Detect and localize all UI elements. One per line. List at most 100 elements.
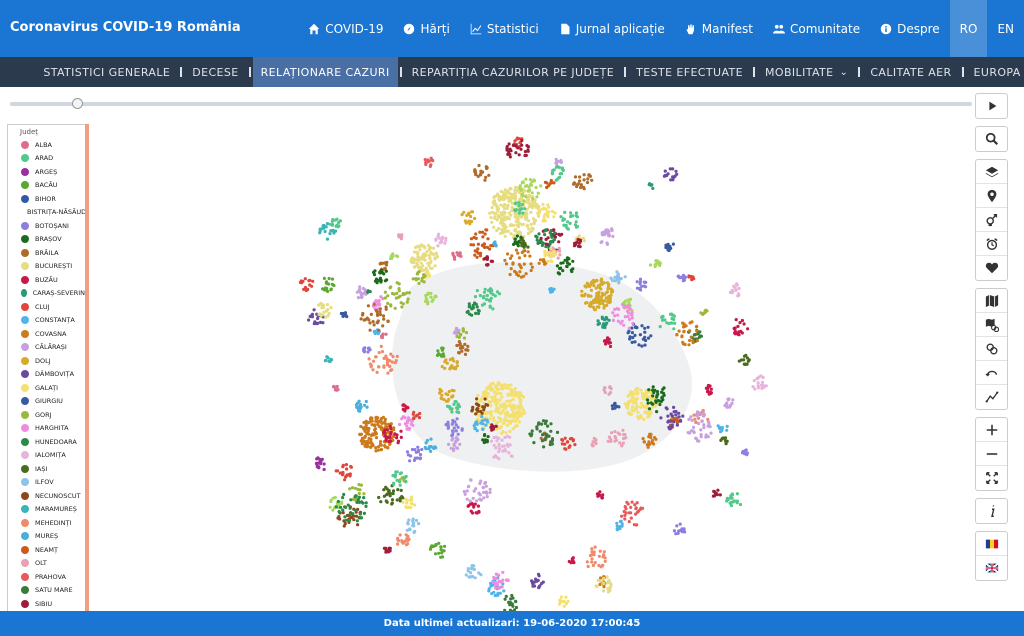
checkbox-icon[interactable] [180, 67, 183, 77]
heart-button[interactable] [976, 256, 1007, 280]
case-cluster[interactable] [740, 448, 749, 457]
case-cluster[interactable] [635, 277, 648, 292]
lang-ro[interactable]: RO [949, 0, 988, 57]
nav-comunitate[interactable]: Comunitate [763, 0, 870, 57]
nav-despre[interactable]: Despre [870, 0, 950, 57]
legend-item[interactable]: GALAȚI [8, 381, 85, 395]
legend-item[interactable]: ALBA [8, 138, 85, 152]
flag-ro-button[interactable] [976, 532, 1007, 556]
tab-teste-efectuate[interactable]: TESTE EFECTUATE [628, 57, 751, 87]
checkbox-icon[interactable] [961, 67, 964, 77]
legend-item[interactable]: MUREȘ [8, 530, 85, 544]
case-cluster[interactable] [397, 233, 404, 241]
case-cluster[interactable] [405, 517, 421, 535]
case-cluster[interactable] [664, 242, 675, 253]
legend-item[interactable]: GIURGIU [8, 395, 85, 409]
pin-button[interactable] [976, 184, 1007, 208]
checkbox-icon[interactable] [624, 67, 627, 77]
case-cluster[interactable] [686, 410, 713, 443]
case-cluster[interactable] [434, 232, 448, 248]
case-cluster[interactable] [323, 355, 334, 363]
case-cluster[interactable] [334, 463, 353, 482]
case-cluster[interactable] [314, 456, 326, 472]
map-link-button[interactable] [976, 313, 1007, 337]
lang-en[interactable]: EN [987, 0, 1024, 57]
case-cluster[interactable] [380, 332, 388, 340]
case-cluster[interactable] [318, 222, 338, 241]
case-cluster[interactable] [716, 424, 729, 434]
legend-item[interactable]: BUCUREȘTI [8, 260, 85, 274]
legend-item[interactable]: ILFOV [8, 476, 85, 490]
tab-statistici-generale[interactable]: STATISTICI GENERALE [35, 57, 178, 87]
case-cluster[interactable] [488, 185, 542, 240]
case-cluster[interactable] [473, 163, 491, 182]
case-cluster[interactable] [355, 285, 368, 300]
tab-repartitia-cazurilor[interactable]: REPARTIȚIA CAZURILOR PE JUDEȚE [404, 57, 623, 87]
legend-item[interactable]: CĂLĂRAȘI [8, 341, 85, 355]
case-cluster[interactable] [298, 277, 315, 293]
case-cluster[interactable] [699, 308, 709, 316]
legend-item[interactable]: BISTRIȚA-NĂSĂUD [8, 206, 85, 220]
case-cluster[interactable] [354, 399, 369, 413]
tab-calitate-aer[interactable]: CALITATE AER [862, 57, 959, 87]
case-cluster[interactable] [359, 302, 390, 332]
case-cluster[interactable] [751, 374, 768, 391]
case-cluster[interactable] [572, 237, 583, 249]
legend-item[interactable]: DOLJ [8, 354, 85, 368]
legend-item[interactable]: CONSTANȚA [8, 314, 85, 328]
case-cluster[interactable] [737, 353, 751, 366]
legend-item[interactable]: ARAD [8, 152, 85, 166]
case-cluster[interactable] [378, 260, 389, 271]
case-cluster[interactable] [377, 484, 405, 506]
case-cluster[interactable] [672, 522, 687, 536]
tab-decese[interactable]: DECESE [184, 57, 246, 87]
case-cluster[interactable] [615, 519, 624, 532]
legend-item[interactable]: BRĂILA [8, 246, 85, 260]
case-cluster[interactable] [409, 243, 440, 273]
case-cluster[interactable] [585, 545, 607, 569]
case-cluster[interactable] [460, 210, 477, 226]
legend-item[interactable]: BACĂU [8, 179, 85, 193]
case-cluster[interactable] [704, 383, 713, 396]
case-cluster[interactable] [405, 445, 424, 463]
layers-button[interactable] [976, 160, 1007, 184]
case-cluster[interactable] [676, 273, 688, 283]
case-cluster[interactable] [559, 210, 580, 231]
legend-item[interactable]: DÂMBOVIȚA [8, 368, 85, 382]
case-cluster[interactable] [389, 252, 400, 261]
search-button[interactable] [976, 127, 1007, 151]
flag-en-button[interactable] [976, 556, 1007, 580]
tab-europa[interactable]: EUROPA [966, 57, 1024, 87]
legend-item[interactable]: IAȘI [8, 462, 85, 476]
case-cluster[interactable] [530, 572, 545, 590]
undo-button[interactable] [976, 361, 1007, 385]
case-cluster[interactable] [687, 274, 696, 282]
case-cluster[interactable] [711, 488, 722, 498]
legend-item[interactable]: MARAMUREȘ [8, 503, 85, 517]
legend-scrollbar[interactable] [85, 124, 89, 612]
checkbox-icon[interactable] [248, 67, 251, 77]
tab-relationare-cazuri[interactable]: RELAȚIONARE CAZURI [252, 57, 398, 87]
case-cluster[interactable] [567, 556, 576, 565]
legend-item[interactable]: ARGEȘ [8, 165, 85, 179]
legend-item[interactable]: IALOMIȚA [8, 449, 85, 463]
checkbox-icon[interactable] [858, 67, 861, 77]
legend-item[interactable]: GORJ [8, 408, 85, 422]
legend-item[interactable]: HUNEDOARA [8, 435, 85, 449]
case-cluster[interactable] [307, 308, 325, 326]
legend-item[interactable]: COVASNA [8, 327, 85, 341]
play-button[interactable] [976, 94, 1007, 118]
legend-item[interactable]: BRAȘOV [8, 233, 85, 247]
case-cluster[interactable] [339, 311, 349, 319]
case-cluster[interactable] [371, 295, 385, 311]
zoom-in-button[interactable] [976, 418, 1007, 442]
case-cluster[interactable] [732, 318, 750, 337]
case-cluster[interactable] [396, 533, 411, 547]
checkbox-icon[interactable] [399, 67, 402, 77]
case-cluster[interactable] [321, 276, 336, 293]
case-cluster[interactable] [647, 182, 655, 190]
legend-item[interactable]: CARAȘ-SEVERIN [8, 287, 85, 301]
timeline-slider-handle[interactable] [72, 98, 83, 109]
nav-covid19[interactable]: COVID-19 [298, 0, 393, 57]
case-cluster[interactable] [362, 346, 372, 354]
